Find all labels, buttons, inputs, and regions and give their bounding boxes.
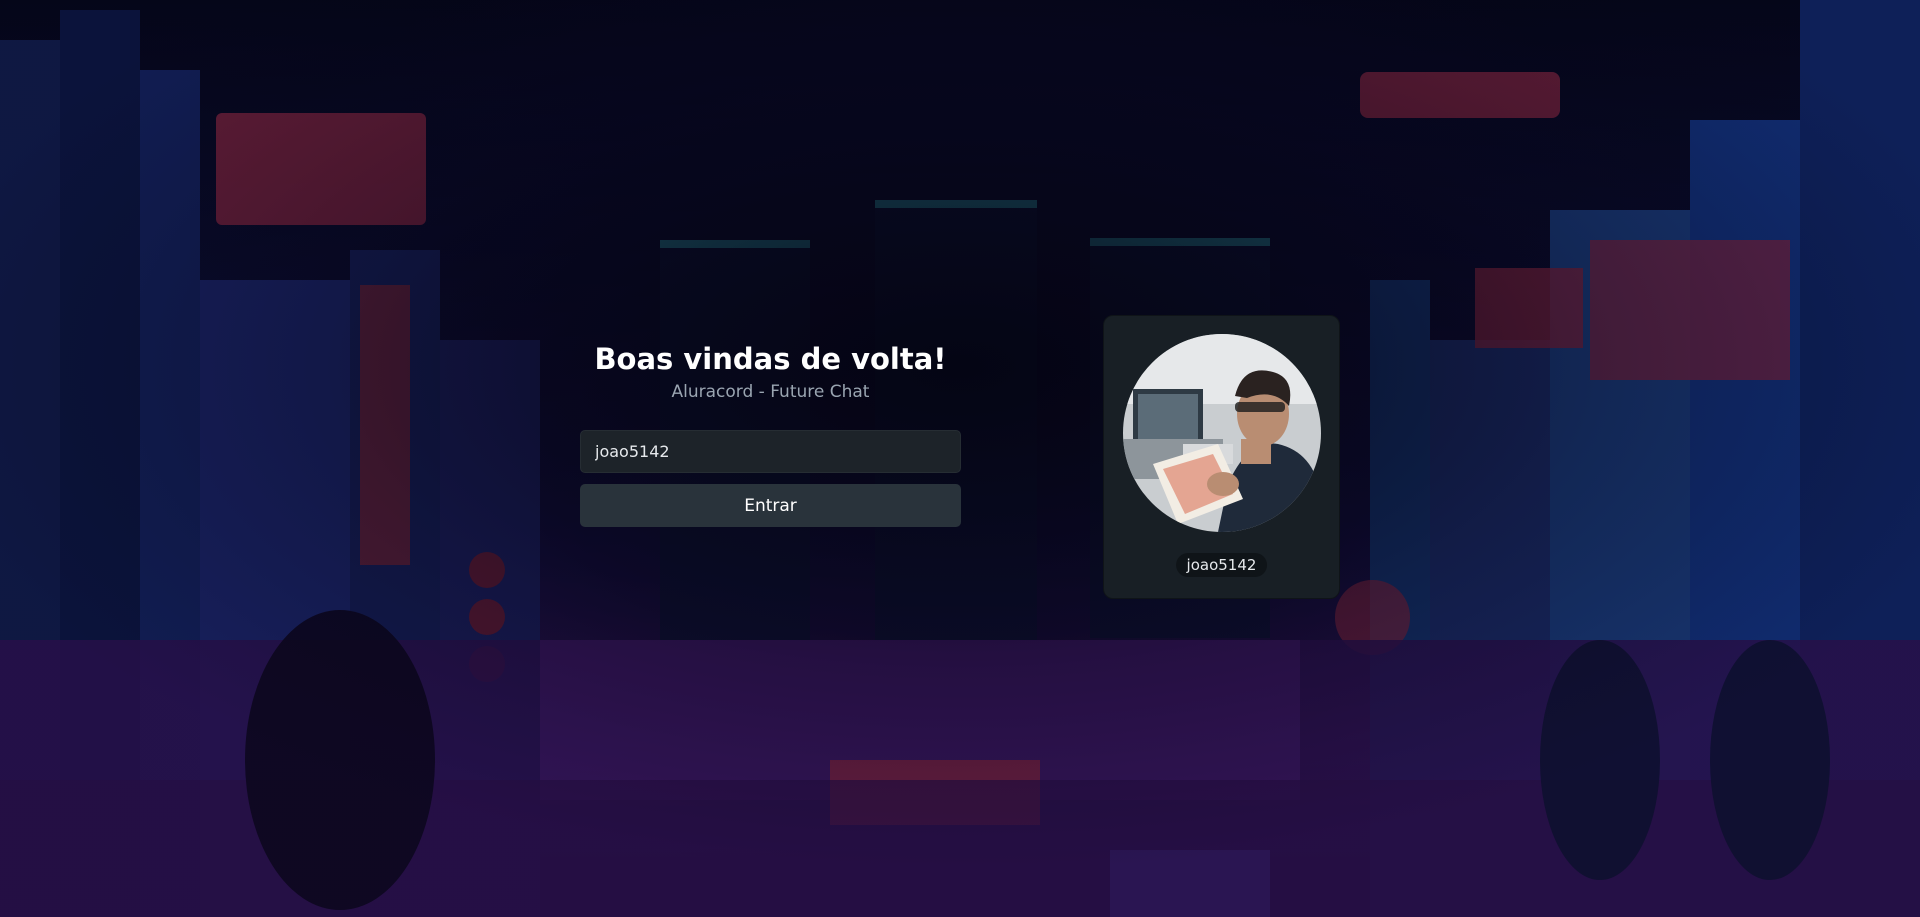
page-title: Boas vindas de volta!: [594, 342, 947, 376]
profile-card: joao5142: [1103, 315, 1340, 599]
user-avatar-photo: [1123, 334, 1321, 532]
page-subtitle: Aluracord - Future Chat: [671, 382, 870, 402]
login-page: Boas vindas de volta! Aluracord - Future…: [0, 0, 1920, 917]
username-badge: joao5142: [1175, 553, 1268, 577]
username-input[interactable]: [580, 430, 961, 473]
enter-button[interactable]: Entrar: [580, 484, 961, 527]
login-form: Boas vindas de volta! Aluracord - Future…: [580, 330, 961, 527]
user-avatar: [1123, 334, 1321, 532]
